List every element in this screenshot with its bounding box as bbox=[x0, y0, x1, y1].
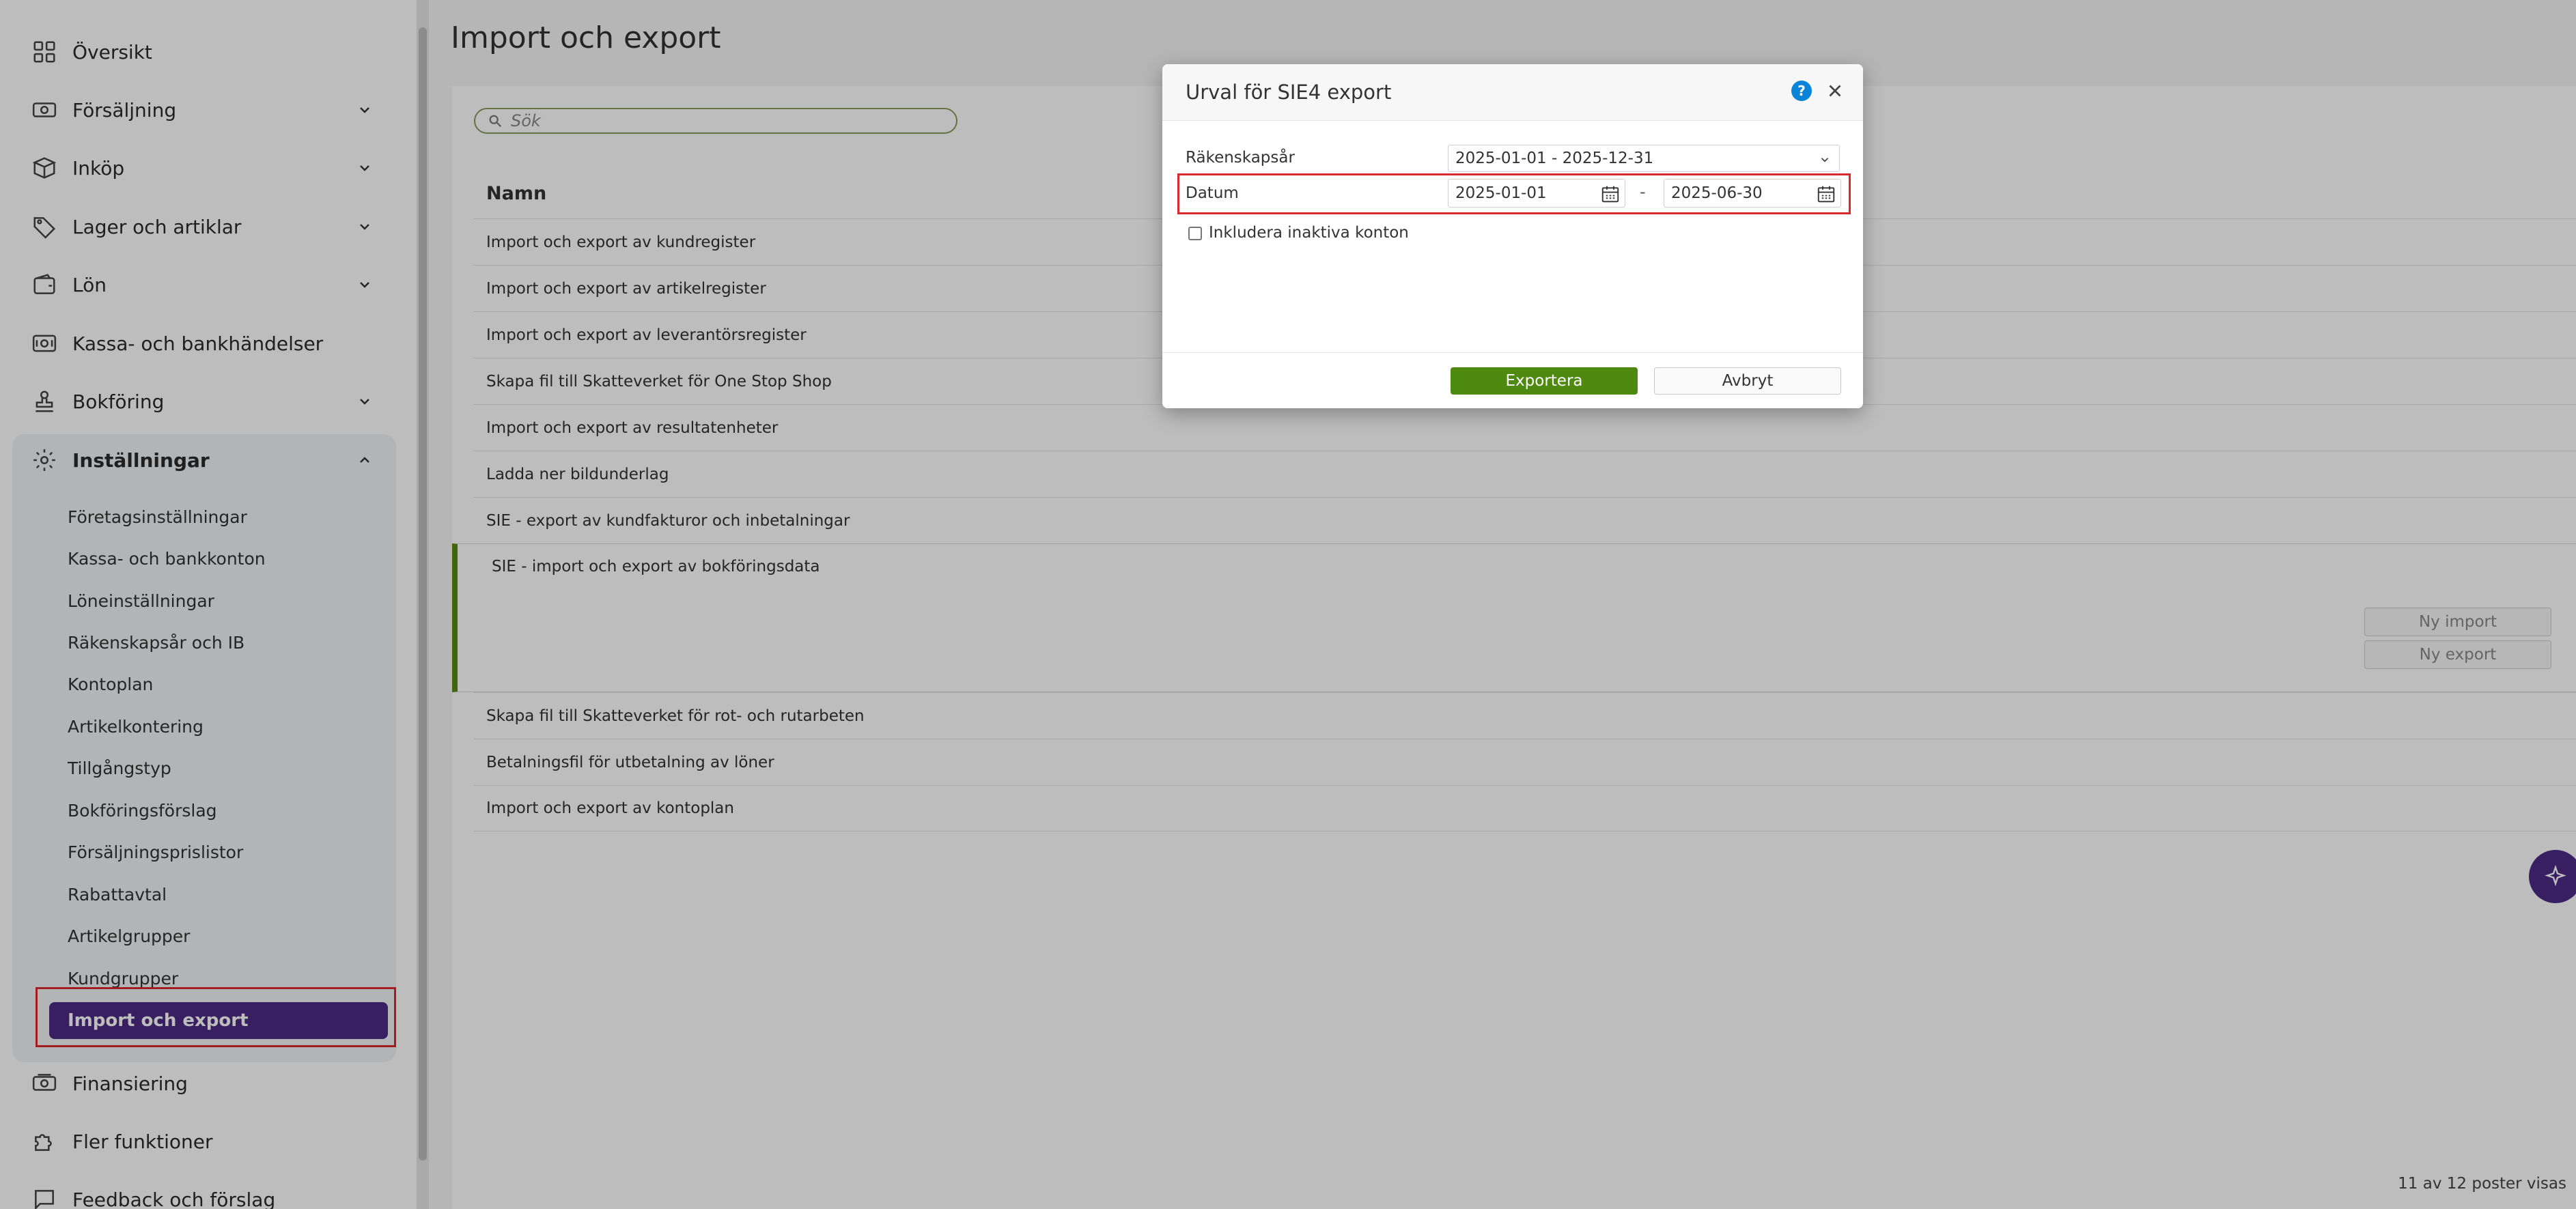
fiscal-year-label: Räkenskapsår bbox=[1186, 149, 1295, 167]
chevron-down-icon bbox=[1821, 158, 1829, 162]
include-inactive-checkbox[interactable] bbox=[1188, 227, 1202, 240]
close-icon[interactable] bbox=[1825, 81, 1845, 101]
dialog-header: Urval för SIE4 export ? bbox=[1162, 64, 1863, 121]
fiscal-year-value: 2025-01-01 - 2025-12-31 bbox=[1455, 150, 1654, 167]
date-highlight-box bbox=[1177, 173, 1851, 214]
dialog-title: Urval för SIE4 export bbox=[1186, 81, 1392, 104]
sie4-export-dialog: Urval för SIE4 export ? Räkenskapsår 202… bbox=[1162, 64, 1863, 408]
cancel-button[interactable]: Avbryt bbox=[1654, 367, 1841, 395]
include-inactive-label[interactable]: Inkludera inaktiva konton bbox=[1209, 224, 1409, 242]
export-button[interactable]: Exportera bbox=[1451, 367, 1638, 395]
fiscal-year-select[interactable]: 2025-01-01 - 2025-12-31 bbox=[1448, 145, 1840, 172]
help-icon[interactable]: ? bbox=[1791, 81, 1812, 101]
